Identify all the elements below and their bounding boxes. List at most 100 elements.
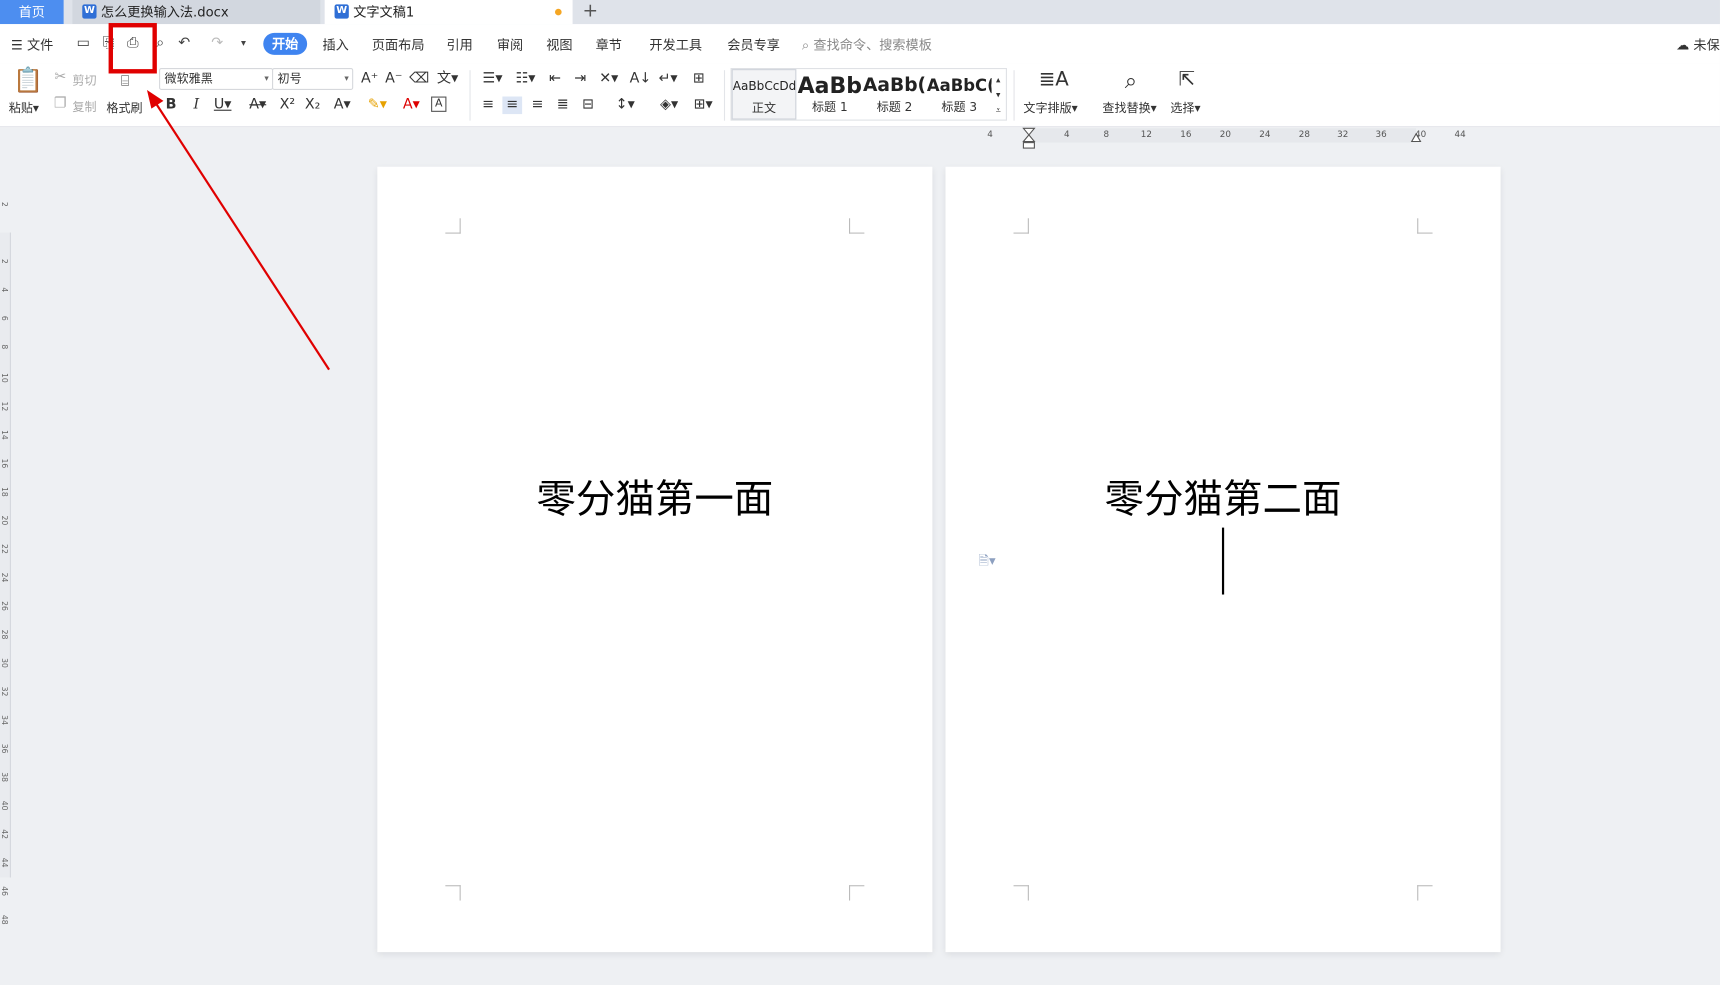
line-spacing-icon[interactable]: ↕▾: [611, 97, 640, 115]
increase-indent-icon[interactable]: ⇥: [570, 70, 590, 88]
ruler-tick: 2: [0, 201, 9, 207]
page-1-text[interactable]: 零分猫第一面: [377, 467, 932, 524]
print-highlight-box: [108, 23, 157, 74]
cut-button[interactable]: 剪切: [72, 71, 96, 89]
wps-writer-window: 首页 W 怎么更换输入法.docx W 文字文稿1 + ☰ 文件 ▭ ⎘ ⎙ ⌕…: [0, 0, 1720, 985]
tab-view[interactable]: 视图: [546, 35, 572, 54]
text-layout-button[interactable]: 文字排版▾: [1023, 99, 1077, 117]
ruler-tick: 2: [0, 258, 9, 264]
decrease-indent-icon[interactable]: ⇤: [545, 70, 565, 88]
tab-insert[interactable]: 插入: [322, 35, 348, 54]
justify-icon[interactable]: ≣: [553, 97, 573, 115]
tab-review[interactable]: 审阅: [497, 35, 523, 54]
underline-icon[interactable]: U▾: [211, 97, 235, 115]
style-name: 正文: [751, 100, 777, 116]
format-painter-button[interactable]: 格式刷: [106, 99, 142, 117]
right-indent-marker-icon[interactable]: [1410, 132, 1422, 143]
style-normal[interactable]: AaBbCcDd 正文: [731, 69, 797, 120]
tab-developer[interactable]: 开发工具: [649, 35, 702, 54]
hamburger-icon: ☰: [10, 37, 23, 53]
tab-page-layout[interactable]: 页面布局: [372, 35, 425, 54]
ruler-tick: 32: [0, 686, 9, 697]
undo-icon[interactable]: ↶: [176, 35, 194, 53]
grow-font-icon[interactable]: A⁺: [360, 70, 380, 88]
chinese-layout-icon[interactable]: ✕▾: [596, 70, 622, 88]
font-size-select[interactable]: 初号 ▾: [272, 68, 354, 90]
tab-document-2-active[interactable]: W 文字文稿1: [324, 0, 573, 25]
cloud-save-status[interactable]: ☁ 未保: [1676, 35, 1720, 54]
page-2-text[interactable]: 零分猫第二面: [946, 467, 1501, 524]
bullet-list-icon[interactable]: ☰▾: [479, 70, 505, 88]
tab-bar: 首页 W 怎么更换输入法.docx W 文字文稿1 +: [0, 0, 1720, 25]
font-name-value: 微软雅黑: [164, 71, 213, 86]
tab-home[interactable]: 首页: [0, 0, 64, 25]
phonetic-guide-icon[interactable]: 文▾: [434, 70, 460, 88]
distributed-align-icon[interactable]: ⊟: [578, 97, 598, 115]
document-page-2[interactable]: 零分猫第二面 🗎▾: [945, 166, 1501, 953]
tab-references[interactable]: 引用: [446, 35, 472, 54]
document-page-1[interactable]: 零分猫第一面: [377, 166, 933, 953]
align-left-icon[interactable]: ≡: [478, 97, 498, 115]
copy-icon: ❐: [53, 95, 67, 112]
tab-start[interactable]: 开始: [263, 32, 308, 55]
margin-corner-mark: [849, 885, 865, 901]
subscript-icon[interactable]: X₂: [303, 97, 323, 115]
superscript-icon[interactable]: X²: [278, 97, 298, 115]
font-color-icon[interactable]: A▾: [398, 97, 424, 115]
command-search-input[interactable]: ⌕ 查找命令、搜索模板: [802, 35, 932, 54]
paste-button[interactable]: 粘贴▾: [9, 99, 39, 117]
copy-button[interactable]: 复制: [72, 98, 96, 116]
unsaved-dot-icon: [555, 8, 562, 16]
word-doc-icon: W: [82, 4, 97, 19]
style-heading-1[interactable]: AaBb 标题 1: [797, 69, 862, 119]
paste-icon[interactable]: 📋: [13, 67, 43, 94]
format-painter-icon: ⌸: [120, 73, 130, 90]
highlight-color-icon[interactable]: ✎▾: [364, 97, 390, 115]
shrink-font-icon[interactable]: A⁻: [384, 70, 404, 88]
new-tab-button[interactable]: +: [582, 0, 598, 24]
sort-icon[interactable]: A↓: [630, 70, 652, 88]
select-button[interactable]: 选择▾: [1170, 99, 1200, 117]
horizontal-ruler[interactable]: 4 4 8 12 16 20 24 28 32 36 40 44: [983, 127, 1466, 149]
tab-chapter[interactable]: 章节: [596, 35, 622, 54]
indent-marker-icon[interactable]: [1022, 127, 1036, 149]
style-preview: AaBb(: [862, 74, 927, 97]
customize-quick-access-icon[interactable]: ▾: [235, 35, 253, 53]
tab-stops-icon[interactable]: ⊞: [689, 70, 709, 88]
align-right-icon[interactable]: ≡: [528, 97, 548, 115]
margin-corner-mark: [1417, 885, 1433, 901]
style-heading-3[interactable]: AaBbC( 标题 3: [927, 69, 992, 119]
shading-icon[interactable]: ◈▾: [655, 97, 684, 115]
ruler-tick: 40: [0, 800, 9, 811]
file-menu[interactable]: ☰ 文件: [11, 35, 53, 54]
style-heading-2[interactable]: AaBb( 标题 2: [862, 69, 927, 119]
char-border-icon[interactable]: A: [431, 96, 447, 112]
numbered-list-icon[interactable]: ☷▾: [512, 70, 538, 88]
bold-icon[interactable]: B: [161, 97, 181, 115]
text-effect-icon[interactable]: A▾: [329, 97, 355, 115]
paragraph-settings-icon[interactable]: 🗎▾: [978, 551, 995, 574]
align-center-icon[interactable]: ≡: [502, 96, 523, 115]
strikethrough-icon[interactable]: A▾: [245, 97, 271, 115]
margin-corner-mark: [445, 218, 461, 234]
ruler-tick: 32: [1337, 129, 1349, 140]
clear-format-icon[interactable]: ⌫: [409, 70, 429, 88]
margin-corner-mark: [1417, 218, 1433, 234]
tab-member[interactable]: 会员专享: [727, 35, 780, 54]
font-name-select[interactable]: 微软雅黑 ▾: [159, 68, 274, 90]
word-doc-icon: W: [334, 4, 349, 19]
style-expand-icon[interactable]: ⩡: [992, 102, 1005, 120]
cloud-save-label: 未保: [1693, 37, 1720, 53]
ruler-tick: 42: [0, 829, 9, 840]
ruler-tick: 22: [0, 544, 9, 554]
save-icon[interactable]: ▭: [75, 35, 93, 53]
show-hide-marks-icon[interactable]: ↵▾: [655, 70, 681, 88]
ruler-tick: 30: [0, 658, 9, 668]
ruler-tick: 46: [0, 886, 9, 897]
tab-document-1[interactable]: W 怎么更换输入法.docx: [72, 0, 321, 25]
italic-icon[interactable]: I: [186, 97, 206, 115]
find-replace-button[interactable]: 查找替换▾: [1102, 99, 1156, 117]
redo-icon[interactable]: ↷: [208, 35, 226, 53]
vertical-ruler[interactable]: 2 2 4 6 8 10 12 14 16 18 20 22 24 26 28 …: [0, 127, 11, 985]
borders-icon[interactable]: ⊞▾: [689, 97, 718, 115]
